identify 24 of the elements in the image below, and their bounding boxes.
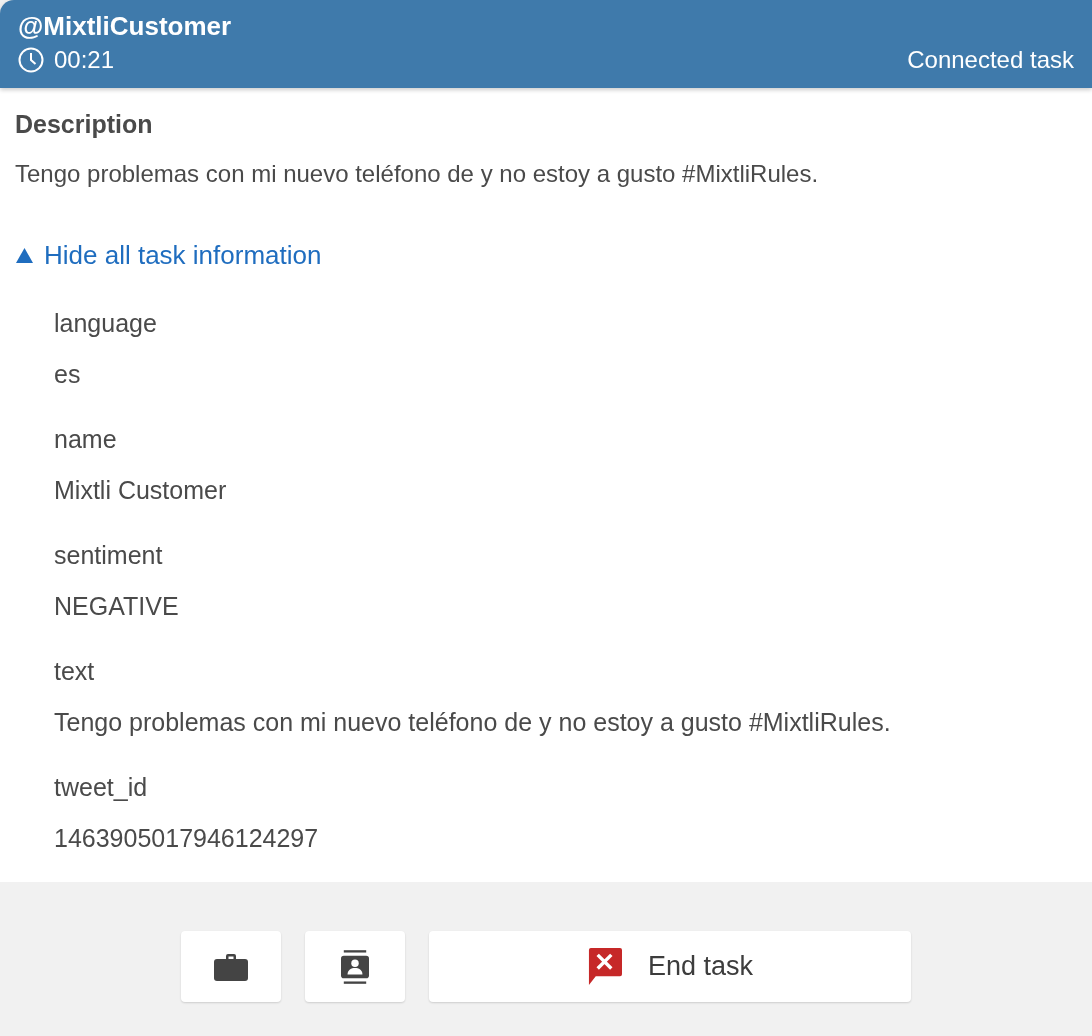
attribute-name: text: [54, 656, 96, 687]
attribute-value: 1463905017946124297: [54, 823, 320, 854]
end-chat-icon: [586, 948, 622, 985]
attribute-name: name: [54, 424, 118, 455]
status-text: Connected task: [907, 46, 1074, 74]
briefcase-button[interactable]: [181, 931, 281, 1002]
triangle-icon: [15, 247, 34, 264]
attribute-name: sentiment: [54, 540, 164, 571]
description-label: Description: [15, 109, 154, 140]
contact-card-button[interactable]: [305, 931, 405, 1002]
attribute-value: Mixtli Customer: [54, 475, 228, 506]
hide-info-link[interactable]: Hide all task information: [15, 240, 322, 271]
description-text: Tengo problemas con mi nuevo teléfono de y no estoy a gusto #MixtliRules.: [15, 159, 820, 189]
end-task-button[interactable]: End task: [429, 931, 911, 1002]
attribute-value: es: [54, 359, 82, 390]
attribute-value: Tengo problemas con mi nuevo teléfono de y no estoy a gusto #MixtliRules.: [54, 707, 892, 738]
contact-card-icon: [341, 949, 369, 984]
clock-icon: [18, 47, 44, 73]
attribute-name: tweet_id: [54, 772, 149, 803]
attribute-value: NEGATIVE: [54, 591, 180, 622]
briefcase-icon: [214, 952, 248, 981]
timer: 00:21: [54, 46, 115, 74]
contact-title: @MixtliCustomer: [18, 10, 233, 42]
attribute-name: language: [54, 308, 158, 339]
